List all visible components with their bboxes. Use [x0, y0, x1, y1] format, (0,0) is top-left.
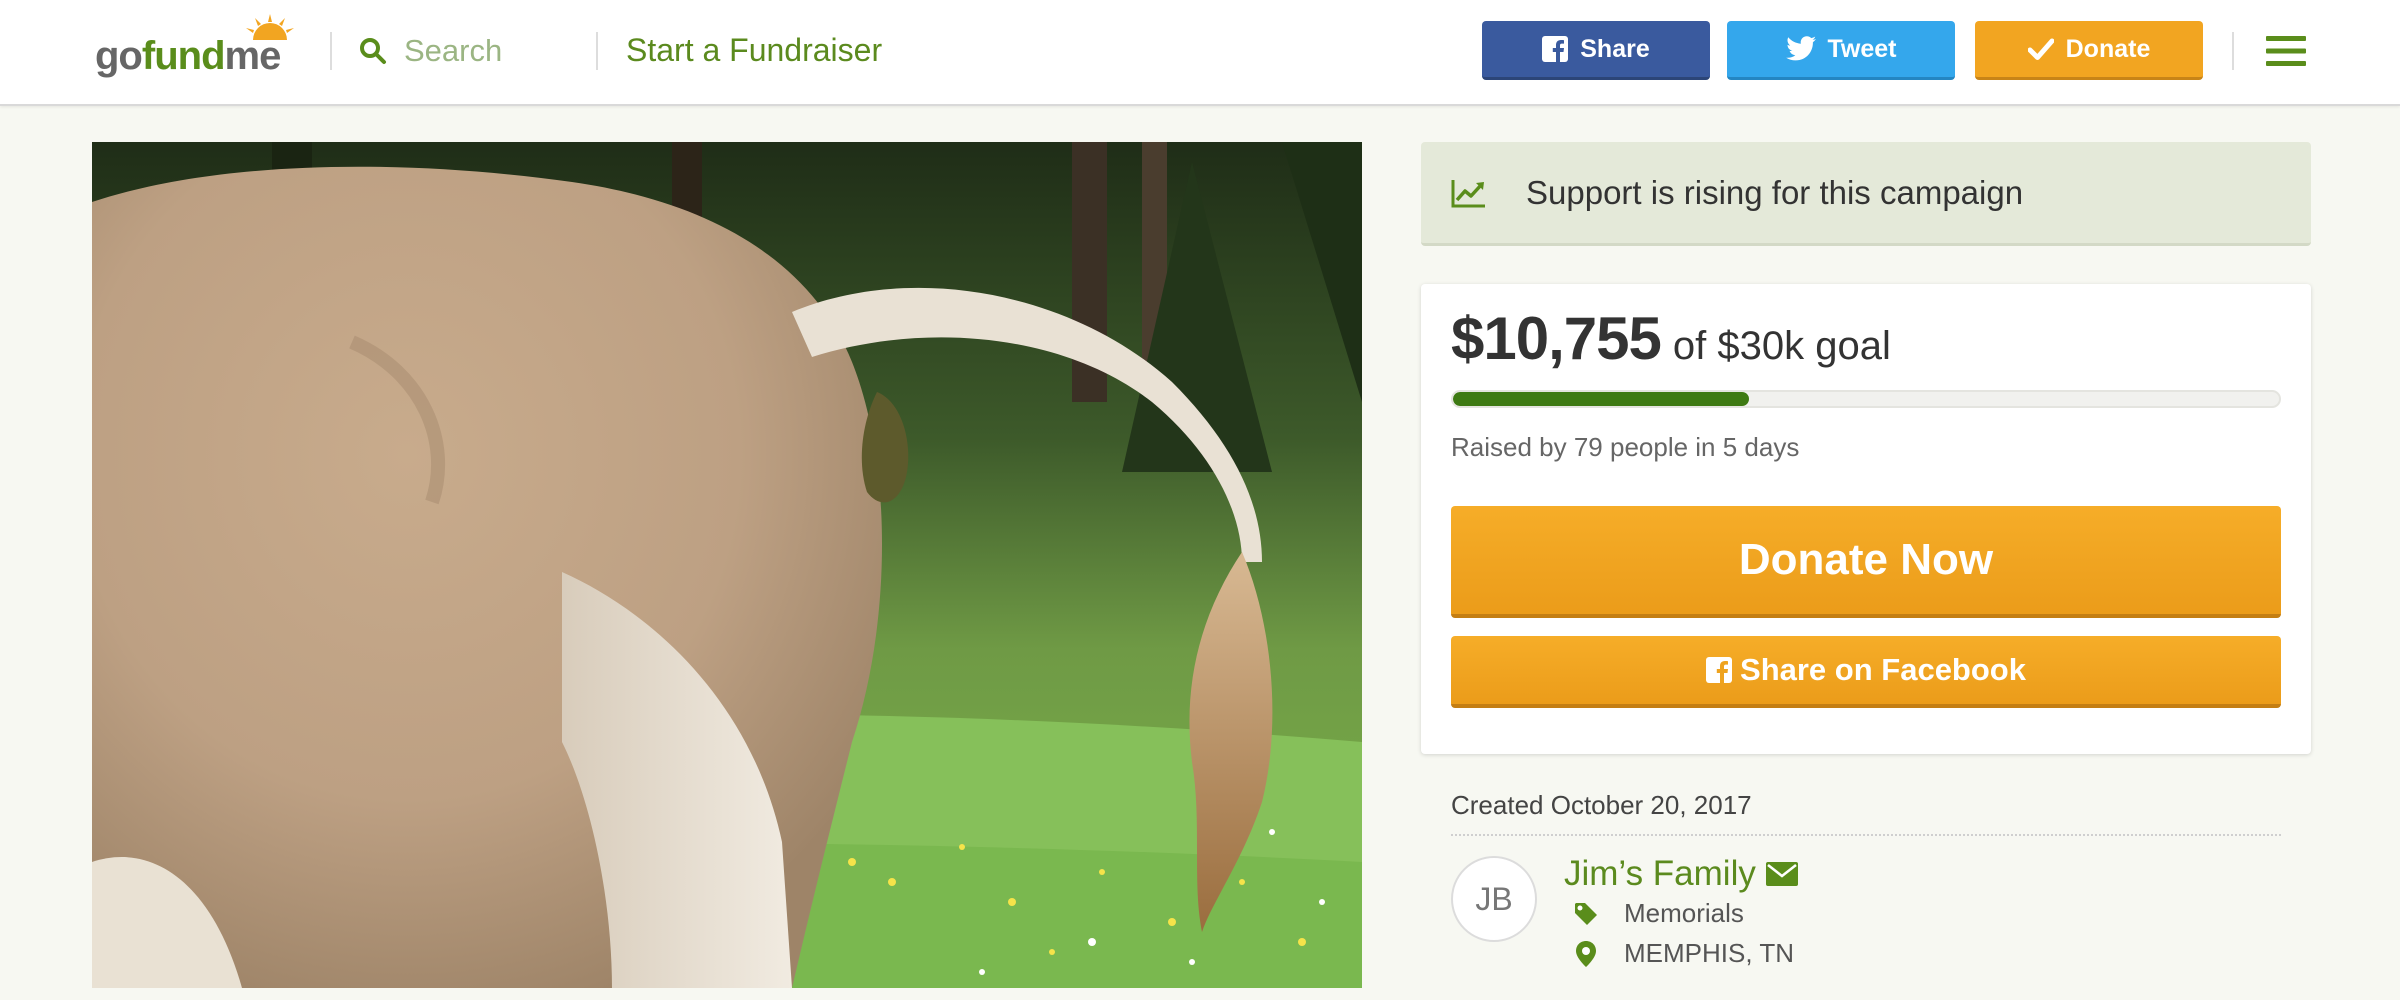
organizer[interactable]: Jim’s Family	[1564, 854, 1798, 894]
amount-raised-line: $10,755 of $30k goal	[1451, 304, 1891, 373]
donation-card: $10,755 of $30k goal Raised by 79 people…	[1421, 284, 2311, 754]
facebook-icon	[1542, 36, 1569, 62]
start-fundraiser-link[interactable]: Start a Fundraiser	[626, 32, 882, 69]
tweet-button-label: Tweet	[1827, 34, 1897, 63]
location-row: MEMPHIS, TN	[1574, 938, 1794, 969]
twitter-icon	[1785, 36, 1816, 61]
search-icon[interactable]	[358, 36, 388, 66]
support-rising-banner: Support is rising for this campaign	[1421, 142, 2311, 246]
header-divider	[596, 32, 598, 70]
progress-fill	[1453, 392, 1749, 406]
logo-go: go	[95, 34, 143, 78]
search-input[interactable]: Search	[404, 33, 502, 69]
location-text: MEMPHIS, TN	[1624, 938, 1794, 968]
check-icon	[2027, 38, 2054, 60]
tweet-button[interactable]: Tweet	[1727, 21, 1955, 80]
divider	[1451, 834, 2281, 836]
logo-me: me	[224, 34, 282, 78]
organizer-avatar[interactable]: JB	[1451, 856, 1537, 942]
envelope-icon[interactable]	[1765, 862, 1798, 886]
share-button-label: Share	[1580, 34, 1650, 63]
share-on-facebook-button[interactable]: Share on Facebook	[1451, 636, 2281, 708]
donate-button[interactable]: Donate	[1975, 21, 2203, 80]
header-divider	[2232, 32, 2234, 70]
facebook-icon	[1706, 657, 1733, 683]
category-link[interactable]: Memorials	[1624, 898, 1744, 929]
top-header: gofundme Search Start a Fundraiser Share…	[0, 0, 2400, 106]
tag-icon	[1575, 902, 1597, 925]
share-button[interactable]: Share	[1482, 21, 1710, 80]
share-on-facebook-label: Share on Facebook	[1740, 652, 2026, 687]
goal-text: of $30k goal	[1672, 324, 1891, 368]
category-row: Memorials	[1574, 898, 1744, 929]
raised-by-text: Raised by 79 people in 5 days	[1451, 432, 1800, 462]
hamburger-menu-icon[interactable]	[2266, 34, 2306, 68]
logo-fund: fund	[141, 34, 226, 78]
donate-now-button[interactable]: Donate Now	[1451, 506, 2281, 618]
campaign-photo	[92, 142, 1362, 988]
support-rising-text: Support is rising for this campaign	[1526, 174, 2024, 211]
organizer-name[interactable]: Jim’s Family	[1564, 854, 1756, 894]
gofundme-logo[interactable]: gofundme	[95, 14, 300, 76]
header-divider	[330, 32, 332, 70]
created-date: Created October 20, 2017	[1451, 790, 1752, 820]
map-pin-icon	[1576, 940, 1596, 967]
amount-raised: $10,755	[1451, 305, 1662, 372]
organizer-initials: JB	[1475, 880, 1513, 917]
donate-button-label: Donate	[2065, 34, 2151, 63]
trending-up-icon	[1451, 180, 1485, 208]
progress-bar	[1451, 390, 2281, 408]
donate-now-label: Donate Now	[1738, 535, 1994, 584]
sun-logo-icon	[246, 14, 294, 40]
